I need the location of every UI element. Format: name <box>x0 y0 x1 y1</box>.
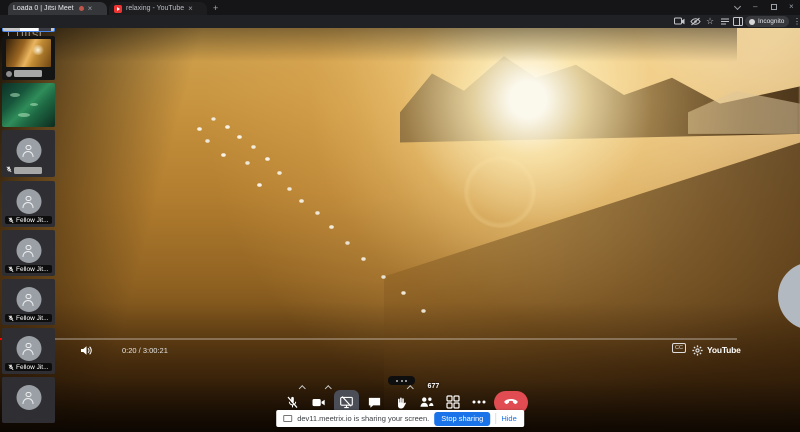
participants-filmstrip: Fellow Jit... Fellow Jit... Fellow Jit..… <box>0 358 63 432</box>
youtube-logo: YouTube <box>707 343 737 357</box>
window-maximize-button[interactable] <box>771 4 777 10</box>
notification-collapse-pill[interactable] <box>388 376 415 385</box>
hide-link[interactable]: Hide <box>501 414 516 423</box>
sharing-message: dev11.meetrix.io is sharing your screen. <box>297 414 429 423</box>
notification-divider <box>495 413 496 424</box>
youtube-progress-track[interactable] <box>0 338 737 340</box>
screen: Loada 0 | Jitsi Meet × relaxing - YouTub… <box>0 0 800 432</box>
recording-dot-icon <box>79 6 84 11</box>
incognito-label: Incognito <box>758 18 784 25</box>
incognito-icon <box>749 19 755 25</box>
tab-close-icon[interactable]: × <box>188 5 193 13</box>
reading-list-icon[interactable] <box>720 17 732 26</box>
participant-name: Fellow Jit... <box>16 364 49 371</box>
avatar <box>16 358 41 361</box>
bookmark-star-icon[interactable]: ☆ <box>706 17 718 26</box>
window-minimize-button[interactable]: – <box>753 2 757 12</box>
shared-screen-video[interactable]: Relaxing Sleep Music • Deep Sleeping Mus… <box>0 0 737 358</box>
stop-sharing-button[interactable]: Stop sharing <box>434 412 490 426</box>
captions-button[interactable]: CC <box>672 343 686 353</box>
settings-gear-icon[interactable] <box>692 343 703 357</box>
tab-sharing-icon[interactable] <box>674 17 686 26</box>
incognito-badge: Incognito <box>745 16 789 27</box>
window-close-button[interactable]: × <box>789 2 794 12</box>
side-panel-icon[interactable] <box>733 17 745 26</box>
youtube-favicon <box>114 5 122 13</box>
tab-title: Loada 0 | Jitsi Meet <box>13 5 74 12</box>
screen-sharing-notification: dev11.meetrix.io is sharing your screen.… <box>276 410 524 427</box>
new-tab-button[interactable]: + <box>213 3 218 13</box>
window-chevron-icon[interactable] <box>734 3 741 10</box>
tab-close-icon[interactable]: × <box>88 5 93 13</box>
tab-jitsi-meet[interactable]: Loada 0 | Jitsi Meet × <box>8 2 107 15</box>
eye-blocked-icon[interactable] <box>690 17 702 26</box>
browser-titlebar: Loada 0 | Jitsi Meet × relaxing - YouTub… <box>0 0 800 15</box>
lens-flare <box>464 156 536 228</box>
hangup-phone-icon <box>503 398 519 406</box>
muted-mic-icon <box>8 364 14 371</box>
tile-name-label: Fellow Jit... <box>5 363 52 371</box>
tab-title: relaxing - YouTube <box>126 5 184 12</box>
participants-count-badge: 677 <box>428 383 440 390</box>
tab-youtube[interactable]: relaxing - YouTube × <box>109 2 207 15</box>
avatar <box>16 385 41 410</box>
volume-button[interactable] <box>80 343 93 357</box>
time-display: 0:20 / 3:00:21 <box>122 343 168 357</box>
screen-icon <box>283 415 292 422</box>
browser-menu-icon[interactable]: ⋮ <box>793 16 800 28</box>
participant-tile[interactable] <box>2 377 55 423</box>
participant-tile[interactable]: Fellow Jit... <box>2 358 55 374</box>
speaker-icon <box>80 345 93 356</box>
